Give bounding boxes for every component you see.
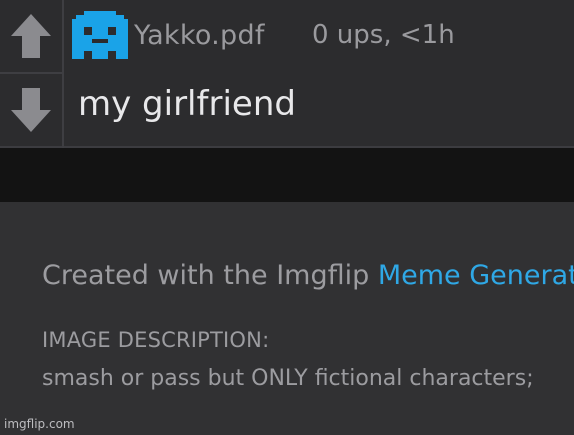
comment: Yakko.pdf 0 ups, <1h my girlfriend <box>0 0 574 148</box>
comment-text: my girlfriend <box>78 84 296 124</box>
arrow-down-icon <box>11 88 51 132</box>
comment-username[interactable]: Yakko.pdf <box>134 20 265 51</box>
vote-column <box>0 0 64 148</box>
arrow-up-icon <box>11 14 51 58</box>
created-with-prefix: Created with the Imgflip <box>42 260 378 291</box>
upvote-button[interactable] <box>0 0 62 74</box>
image-description-text: smash or pass but ONLY fictional charact… <box>42 366 534 391</box>
pixel-ghost-avatar-icon <box>72 11 128 59</box>
downvote-button[interactable] <box>0 74 62 146</box>
avatar[interactable] <box>72 10 128 60</box>
created-with-line: Created with the Imgflip Meme Generator <box>42 260 574 291</box>
meme-generator-link[interactable]: Meme Generator <box>378 260 574 291</box>
separator-strip <box>0 148 574 202</box>
image-description-label: IMAGE DESCRIPTION: <box>42 328 270 352</box>
comment-body: Yakko.pdf 0 ups, <1h my girlfriend <box>64 0 574 148</box>
comment-meta: 0 ups, <1h <box>312 20 455 50</box>
image-description-area: Created with the Imgflip Meme Generator … <box>0 202 574 435</box>
imgflip-watermark: imgflip.com <box>4 417 75 431</box>
